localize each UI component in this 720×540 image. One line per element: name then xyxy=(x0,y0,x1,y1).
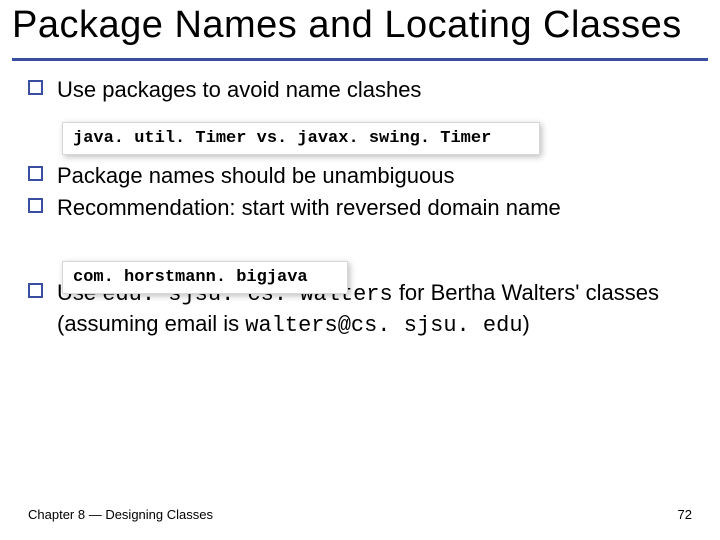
footer-left: Chapter 8 — Designing Classes xyxy=(28,507,213,522)
bullet-text: Recommendation: start with reversed doma… xyxy=(57,193,561,223)
inline-code: walters@cs. sjsu. edu xyxy=(245,313,522,338)
spacer xyxy=(28,233,700,261)
square-bullet-icon xyxy=(28,80,43,95)
bullet-row: Recommendation: start with reversed doma… xyxy=(28,193,700,223)
square-bullet-icon xyxy=(28,283,43,298)
slide-title: Package Names and Locating Classes xyxy=(0,0,720,58)
square-bullet-icon xyxy=(28,198,43,213)
bullet-row: Use packages to avoid name clashes xyxy=(28,75,700,105)
square-bullet-icon xyxy=(28,166,43,181)
code-box: java. util. Timer vs. javax. swing. Time… xyxy=(62,122,540,155)
footer-chapter: Chapter 8 xyxy=(28,507,89,522)
code-box: com. horstmann. bigjava xyxy=(62,261,348,294)
slide-content: Use packages to avoid name clashes java.… xyxy=(0,61,720,341)
bullet-text: Package names should be unambiguous xyxy=(57,161,455,191)
footer-subtitle: Designing Classes xyxy=(102,507,213,522)
text-fragment: ) xyxy=(523,311,530,336)
page-number: 72 xyxy=(678,507,692,522)
slide-footer: Chapter 8 — Designing Classes 72 xyxy=(28,507,692,522)
slide: Package Names and Locating Classes Use p… xyxy=(0,0,720,540)
footer-separator-icon: — xyxy=(89,507,102,522)
bullet-row: Package names should be unambiguous xyxy=(28,161,700,191)
bullet-text: Use packages to avoid name clashes xyxy=(57,75,421,105)
